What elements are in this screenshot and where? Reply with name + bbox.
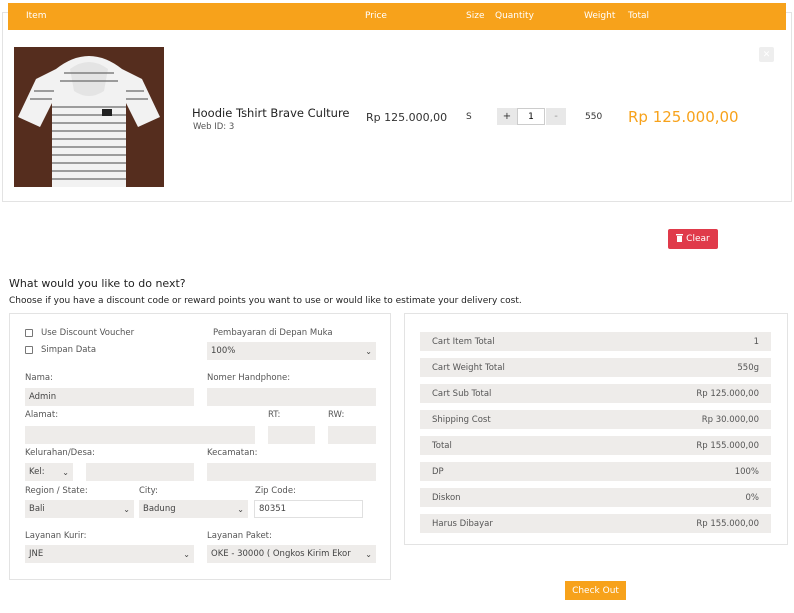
save-data-label: Simpan Data: [41, 345, 97, 355]
kelurahan-prefix-select[interactable]: Kel: ⌄: [25, 463, 73, 481]
product-price: Rp 125.000,00: [366, 111, 448, 124]
summary-key: Diskon: [432, 493, 461, 503]
summary-key: Cart Item Total: [432, 337, 495, 347]
summary-value: 0%: [745, 493, 760, 503]
dp-label: Pembayaran di Depan Muka: [213, 328, 333, 338]
summary-row-shipping-cost: Shipping Cost Rp 30.000,00: [420, 410, 771, 429]
phone-field[interactable]: [207, 388, 376, 406]
summary-row-dp: DP 100%: [420, 462, 771, 481]
header-price: Price: [365, 11, 387, 21]
rt-field[interactable]: [268, 426, 315, 444]
product-web-id: Web ID: 3: [193, 122, 235, 132]
product-total: Rp 125.000,00: [628, 108, 739, 126]
header-weight: Weight: [584, 11, 616, 21]
quantity-increase-button[interactable]: +: [497, 108, 517, 125]
zip-label: Zip Code:: [255, 486, 296, 496]
kelurahan-prefix-value: Kel:: [29, 467, 45, 477]
summary-value: Rp 155.000,00: [696, 441, 759, 451]
summary-key: Shipping Cost: [432, 415, 491, 425]
next-subtitle: Choose if you have a discount code or re…: [9, 296, 522, 306]
kelurahan-label: Kelurahan/Desa:: [25, 448, 95, 458]
courier-label: Layanan Kurir:: [25, 531, 87, 541]
kelurahan-field[interactable]: [86, 463, 194, 481]
quantity-decrease-button[interactable]: -: [546, 108, 566, 125]
city-select[interactable]: Badung ⌄: [139, 500, 248, 518]
header-item: Item: [26, 11, 47, 21]
use-voucher-checkbox[interactable]: [25, 329, 33, 337]
summary-key: DP: [432, 467, 444, 477]
chevron-down-icon: ⌄: [183, 549, 190, 559]
save-data-checkbox[interactable]: [25, 346, 33, 354]
summary-key: Harus Dibayar: [432, 519, 493, 529]
summary-value: Rp 125.000,00: [696, 389, 759, 399]
chevron-down-icon: ⌄: [365, 346, 372, 356]
summary-key: Cart Sub Total: [432, 389, 492, 399]
address-field[interactable]: [25, 426, 255, 444]
cart-table-header: Item Price Size Quantity Weight Total: [8, 3, 786, 30]
remove-item-button[interactable]: ✕: [759, 47, 774, 62]
courier-select-value: JNE: [29, 549, 44, 559]
summary-row-total: Total Rp 155.000,00: [420, 436, 771, 455]
summary-value: 1: [753, 337, 759, 347]
address-label: Alamat:: [25, 410, 59, 420]
region-select[interactable]: Bali ⌄: [25, 500, 134, 518]
kecamatan-field[interactable]: [207, 463, 376, 481]
kecamatan-label: Kecamatan:: [207, 448, 258, 458]
rw-field[interactable]: [328, 426, 376, 444]
name-field[interactable]: Admin: [25, 388, 194, 406]
chevron-down-icon: ⌄: [237, 504, 244, 514]
next-title: What would you like to do next?: [9, 277, 186, 290]
region-label: Region / State:: [25, 486, 88, 496]
zip-field[interactable]: 80351: [254, 500, 363, 518]
name-label: Nama:: [25, 373, 53, 383]
rt-label: RT:: [268, 410, 281, 420]
chevron-down-icon: ⌄: [62, 467, 69, 477]
city-select-value: Badung: [143, 504, 176, 514]
clear-cart-button[interactable]: Clear: [668, 229, 718, 249]
city-label: City:: [139, 486, 158, 496]
product-image[interactable]: [14, 47, 164, 187]
chevron-down-icon: ⌄: [365, 549, 372, 559]
summary-value: 550g: [737, 363, 759, 373]
summary-key: Total: [432, 441, 452, 451]
summary-row-sub-total: Cart Sub Total Rp 125.000,00: [420, 384, 771, 403]
header-size: Size: [466, 11, 485, 21]
summary-value: Rp 30.000,00: [701, 415, 759, 425]
summary-value: Rp 155.000,00: [696, 519, 759, 529]
header-total: Total: [628, 11, 650, 21]
region-select-value: Bali: [29, 504, 45, 514]
checkout-button[interactable]: Check Out: [565, 581, 626, 600]
clear-label: Clear: [686, 234, 710, 244]
summary-row-item-total: Cart Item Total 1: [420, 332, 771, 351]
close-icon: ✕: [762, 49, 771, 59]
quantity-input[interactable]: [517, 108, 545, 125]
product-name[interactable]: Hoodie Tshirt Brave Culture: [192, 106, 350, 120]
package-label: Layanan Paket:: [207, 531, 272, 541]
courier-select[interactable]: JNE ⌄: [25, 545, 194, 563]
phone-label: Nomer Handphone:: [207, 373, 291, 383]
dp-select[interactable]: 100% ⌄: [207, 342, 376, 360]
package-select-value: OKE - 30000 ( Ongkos Kirim Ekor: [211, 549, 351, 559]
summary-row-weight-total: Cart Weight Total 550g: [420, 358, 771, 377]
summary-key: Cart Weight Total: [432, 363, 505, 373]
package-select[interactable]: OKE - 30000 ( Ongkos Kirim Ekor ⌄: [207, 545, 376, 563]
dp-select-value: 100%: [211, 346, 236, 356]
summary-row-amount-due: Harus Dibayar Rp 155.000,00: [420, 514, 771, 533]
zip-field-value: 80351: [259, 504, 287, 514]
name-field-value: Admin: [29, 392, 57, 402]
rw-label: RW:: [328, 410, 345, 420]
summary-row-discount: Diskon 0%: [420, 488, 771, 507]
chevron-down-icon: ⌄: [123, 504, 130, 514]
product-weight: 550: [585, 112, 603, 122]
header-quantity: Quantity: [495, 11, 534, 21]
trash-icon: [676, 234, 684, 242]
use-voucher-label: Use Discount Voucher: [41, 328, 135, 338]
summary-value: 100%: [734, 467, 759, 477]
product-size: S: [466, 112, 472, 122]
